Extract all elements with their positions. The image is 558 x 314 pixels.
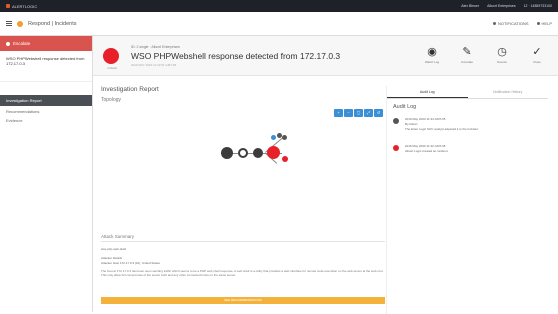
incident-title: WSO PHPWebshell response detected from 1… xyxy=(131,50,341,61)
app-logo[interactable]: ALERTLOGIC xyxy=(6,4,37,9)
top-bar: ALERTLOGIC Alex Bleuer Allsort Enterpris… xyxy=(0,0,558,12)
incident-org: ID: 2 single · Allsort Enterprises xyxy=(131,44,180,49)
audit-panel: Audit Log Notification History Audit Log… xyxy=(386,86,548,314)
clock-icon: ◷ xyxy=(497,46,507,58)
annotate-button[interactable]: ✎ Annotate xyxy=(458,45,476,64)
sidebar-item-investigation[interactable]: Investigation Report xyxy=(0,95,92,106)
help-link[interactable]: HELP xyxy=(536,21,552,26)
respond-icon xyxy=(17,20,23,27)
attack-class: wso-php-web-shell xyxy=(101,247,127,251)
notifications-link[interactable]: NOTIFICATIONS xyxy=(492,21,529,26)
breadcrumb[interactable]: Respond | Incidents xyxy=(28,21,77,27)
node-small-3[interactable] xyxy=(282,135,287,140)
see-recommendations-button[interactable]: SEE RECOMMENDATIONS xyxy=(101,297,385,304)
account-id: 12 · 14859733100 xyxy=(523,4,552,8)
alert-icon xyxy=(393,145,399,151)
pencil-icon: ✎ xyxy=(462,46,472,58)
status-icon xyxy=(6,41,10,46)
expand-button[interactable]: ⤢ xyxy=(364,109,373,117)
attack-summary-title: Attack Summary xyxy=(101,234,135,239)
sidebar-item-evidence[interactable]: Evidence xyxy=(0,115,92,124)
node-small-1[interactable] xyxy=(271,135,276,140)
incident-header: Critical ID: 2 single · Allsort Enterpri… xyxy=(93,36,558,76)
audit-entry: 2019 May 2020 11:32 GMT-05 Allsort Logic… xyxy=(393,144,548,164)
fit-button[interactable]: ▢ xyxy=(354,109,363,117)
audit-entry: 2019 May 2020 11:34 GMT-05 By Allsort Th… xyxy=(393,117,548,137)
menu-icon[interactable] xyxy=(6,21,12,26)
attacker-host: Attacker Host 172.17.0.3 (10), United St… xyxy=(101,261,160,265)
investigation-report: Investigation Report Topology + − ▢ ⤢ ↺ … xyxy=(101,86,385,314)
bell-icon xyxy=(492,22,496,25)
help-icon xyxy=(536,22,540,25)
node-server[interactable] xyxy=(253,148,263,158)
sidebar-item-recommendations[interactable]: Recommendations xyxy=(0,106,92,115)
attacker-details-label: Attacker Details xyxy=(101,256,123,260)
topology-toolbar: + − ▢ ⤢ ↺ xyxy=(334,109,383,117)
snooze-button[interactable]: ◷ Snooze xyxy=(493,45,511,64)
user-icon xyxy=(393,118,399,124)
main-content: Critical ID: 2 single · Allsort Enterpri… xyxy=(93,36,558,314)
watch-log-button[interactable]: ◉ Watch Log xyxy=(423,45,441,64)
user-menu[interactable]: Alex Bleuer xyxy=(461,4,479,8)
attack-description: The host at 172.17.0.3 has been seen sen… xyxy=(101,269,384,277)
node-small-4[interactable] xyxy=(282,156,288,162)
topology-graph[interactable] xyxy=(101,131,385,211)
severity-icon: Critical xyxy=(103,47,119,70)
report-title: Investigation Report xyxy=(101,86,159,93)
tab-audit-log[interactable]: Audit Log xyxy=(387,86,468,98)
nav-bar: Respond | Incidents NOTIFICATIONS HELP xyxy=(0,12,558,36)
eye-icon: ◉ xyxy=(427,46,437,58)
account-menu[interactable]: Allsort Enterprises xyxy=(487,4,515,8)
check-icon: ✓ xyxy=(532,46,542,58)
sidebar-incident[interactable]: WSO PHPWebshell response detected from 1… xyxy=(0,51,92,82)
zoom-out-button[interactable]: − xyxy=(344,109,353,117)
sidebar-status[interactable]: Escalate xyxy=(0,36,92,51)
zoom-in-button[interactable]: + xyxy=(334,109,343,117)
node-host[interactable] xyxy=(238,148,248,158)
node-attacker[interactable] xyxy=(221,147,233,159)
sidebar: Escalate WSO PHPWebshell response detect… xyxy=(0,36,93,312)
node-target[interactable] xyxy=(267,146,280,159)
audit-title: Audit Log xyxy=(393,104,417,110)
reset-button[interactable]: ↺ xyxy=(374,109,383,117)
logo-icon xyxy=(6,4,10,8)
topology-label: Topology xyxy=(101,97,122,103)
close-button[interactable]: ✓ Close xyxy=(528,45,546,64)
incident-meta: 2019 MAY 2020 11:32:51 GMT-05 xyxy=(131,62,177,67)
tab-notification-history[interactable]: Notification History xyxy=(468,86,549,98)
